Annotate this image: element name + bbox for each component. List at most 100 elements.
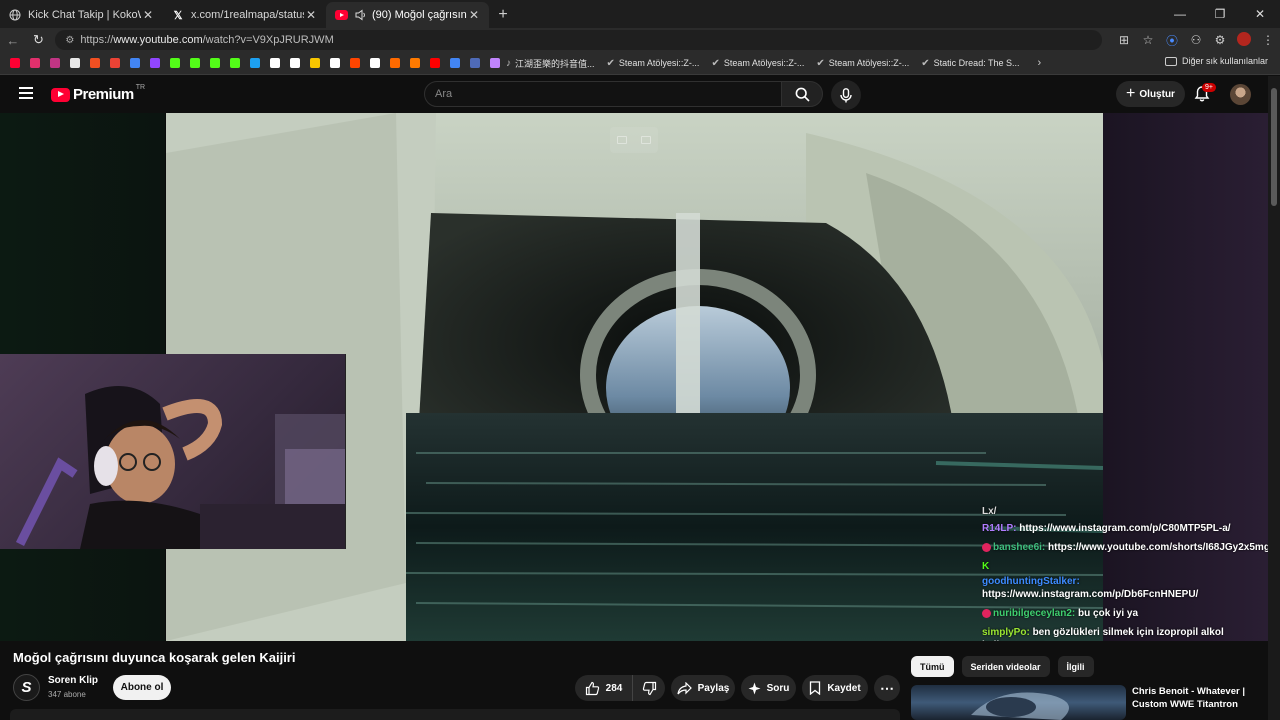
bookmark-favicon-icon[interactable]: [186, 56, 204, 70]
more-horizontal-icon: ⋯: [880, 679, 894, 696]
sparkle-icon: [748, 682, 761, 694]
bookmark-star-icon[interactable]: ☆: [1136, 33, 1160, 47]
subscribe-button[interactable]: Abone ol: [113, 675, 171, 700]
share-button[interactable]: Paylaş: [671, 675, 735, 701]
close-tab-icon[interactable]: ✕: [304, 8, 318, 22]
chip-series[interactable]: Seriden videolar: [961, 656, 1050, 677]
bookmark-favicon-icon[interactable]: [246, 56, 264, 70]
search-button[interactable]: [781, 81, 823, 107]
new-tab-button[interactable]: +: [489, 2, 517, 28]
extensions-puzzle-icon[interactable]: ⚇: [1184, 33, 1208, 47]
like-count: 284: [605, 682, 623, 694]
minimize-icon[interactable]: —: [1160, 0, 1200, 28]
dislike-button[interactable]: [633, 675, 665, 701]
bookmark-favicon-icon[interactable]: [126, 56, 144, 70]
account-avatar[interactable]: [1230, 84, 1251, 105]
window-controls: — ❐ ✕: [1160, 0, 1280, 28]
bookmark-item[interactable]: ✔ Steam Atölyesi::Z-...: [816, 58, 909, 69]
bookmark-favicon-icon[interactable]: [346, 56, 364, 70]
save-button[interactable]: Kaydet: [802, 675, 868, 701]
bookmark-item[interactable]: ♪ 江湖歪樂的抖音值...: [506, 57, 595, 70]
like-button[interactable]: 284: [575, 675, 633, 701]
bookmark-favicon-icon[interactable]: [166, 56, 184, 70]
channel-avatar[interactable]: S: [13, 674, 40, 701]
bookmark-label: Steam Atölyesi::Z-...: [828, 58, 910, 68]
profile-icon[interactable]: [1232, 31, 1256, 49]
bookmark-favicon-icon[interactable]: [286, 56, 304, 70]
bookmark-favicon-icon[interactable]: [226, 56, 244, 70]
recommended-video-title[interactable]: Chris Benoit - Whatever | Custom WWE Tit…: [1132, 685, 1262, 711]
ask-button[interactable]: Soru: [741, 675, 796, 701]
bookmark-item[interactable]: ✔ Steam Atölyesi::Z-...: [711, 58, 804, 69]
theater-icon[interactable]: [641, 136, 651, 144]
back-arrow-icon[interactable]: ←: [0, 33, 26, 48]
more-actions-button[interactable]: ⋯: [874, 675, 900, 701]
bookmark-item[interactable]: ✔ Steam Atölyesi::Z-...: [607, 58, 700, 69]
search-icon: [795, 87, 810, 102]
bookmark-favicon-icon[interactable]: [266, 56, 284, 70]
bookmark-favicon-icon[interactable]: [86, 56, 104, 70]
chat-text: https://www.youtube.com/shorts/I68JGy2x5…: [1048, 542, 1268, 553]
menu-dots-icon[interactable]: ⋮: [1256, 33, 1280, 47]
recommended-video-thumbnail[interactable]: [911, 685, 1126, 720]
youtube-logo[interactable]: Premium TR: [51, 84, 145, 103]
steam-icon: ✔: [606, 57, 615, 69]
bookmark-favicon-icon[interactable]: [406, 56, 424, 70]
extension-icon[interactable]: ⦿: [1160, 32, 1184, 49]
page-scrollbar[interactable]: [1268, 76, 1280, 720]
app-install-icon[interactable]: ⊞: [1112, 33, 1136, 47]
bookmark-label: Static Dread: The S...: [933, 58, 1020, 68]
bookmark-favicon-icon[interactable]: [26, 56, 44, 70]
channel-name[interactable]: Soren Klip: [48, 675, 98, 686]
scrollbar-thumb[interactable]: [1271, 88, 1277, 206]
bookmark-favicon-icon[interactable]: [426, 56, 444, 70]
browser-tab[interactable]: 𝕏 x.com/1realmapa/status/2088152 ✕: [163, 2, 326, 28]
bookmark-favicon-icon[interactable]: [206, 56, 224, 70]
url-field[interactable]: ⚙ https:// www.youtube.com /watch?v=V9Xp…: [55, 30, 1103, 50]
bookmark-favicon-icon[interactable]: [386, 56, 404, 70]
reload-icon[interactable]: ↻: [26, 32, 52, 48]
bookmark-favicon-icon[interactable]: [66, 56, 84, 70]
menu-icon[interactable]: [19, 87, 33, 99]
video-title: Moğol çağrısını duyunca koşarak gelen Ka…: [13, 650, 296, 665]
search-input[interactable]: Ara: [424, 81, 782, 107]
browser-tab[interactable]: Kick Chat Takip | KokoWich ✕: [0, 2, 163, 28]
speaker-icon[interactable]: [354, 8, 368, 22]
site-info-icon[interactable]: ⚙: [65, 35, 74, 46]
chip-related[interactable]: İlgili: [1057, 656, 1094, 677]
player-overlay-buttons[interactable]: [610, 127, 658, 153]
chevron-right-icon[interactable]: ›: [1038, 57, 1042, 69]
share-icon: [677, 681, 692, 694]
bookmark-favicon-icon[interactable]: [6, 56, 24, 70]
bookmark-favicon-icon[interactable]: [146, 56, 164, 70]
description-box[interactable]: [10, 709, 900, 720]
other-bookmarks-folder[interactable]: Diğer sık kullanılanlar: [1164, 56, 1268, 66]
bookmark-favicon-icon[interactable]: [326, 56, 344, 70]
close-tab-icon[interactable]: ✕: [467, 8, 481, 22]
close-tab-icon[interactable]: ✕: [141, 8, 155, 22]
close-window-icon[interactable]: ✕: [1240, 0, 1280, 28]
bookmark-favicon-icon[interactable]: [486, 56, 504, 70]
stream-chat-overlay: Lx/R14LP: https://www.instagram.com/p/C8…: [982, 505, 1268, 641]
video-player[interactable]: Lx/R14LP: https://www.instagram.com/p/C8…: [0, 113, 1268, 641]
chat-username: R14LP:: [982, 523, 1017, 534]
chip-all[interactable]: Tümü: [911, 656, 954, 677]
bookmark-label: Steam Atölyesi::Z-...: [618, 58, 700, 68]
browser-tab-active[interactable]: (90) Moğol çağrısını duyunca koşarak ✕: [326, 2, 489, 28]
bookmark-favicon-icon[interactable]: [366, 56, 384, 70]
bookmark-favicon-icon[interactable]: [46, 56, 64, 70]
bookmark-favicon-icon[interactable]: [306, 56, 324, 70]
voice-search-button[interactable]: [831, 80, 861, 110]
bookmark-item[interactable]: ✔ Static Dread: The S...: [921, 58, 1019, 69]
miniplayer-icon[interactable]: [617, 136, 627, 144]
create-button[interactable]: + Oluştur: [1116, 81, 1185, 107]
chat-username: nuribilgeceylan2:: [993, 608, 1076, 619]
bookmark-favicon-icon[interactable]: [466, 56, 484, 70]
url-path: /watch?v=V9XpJRURJWM: [202, 34, 334, 46]
bookmarks-bar: ♪ 江湖歪樂的抖音值... ✔ Steam Atölyesi::Z-... ✔ Ste…: [0, 52, 1280, 75]
bookmark-favicon-icon[interactable]: [106, 56, 124, 70]
settings-icon[interactable]: ⚙: [1208, 33, 1232, 47]
bookmark-favicon-icon[interactable]: [446, 56, 464, 70]
bookmark-label: 江湖歪樂的抖音值...: [515, 58, 595, 69]
maximize-icon[interactable]: ❐: [1200, 0, 1240, 28]
